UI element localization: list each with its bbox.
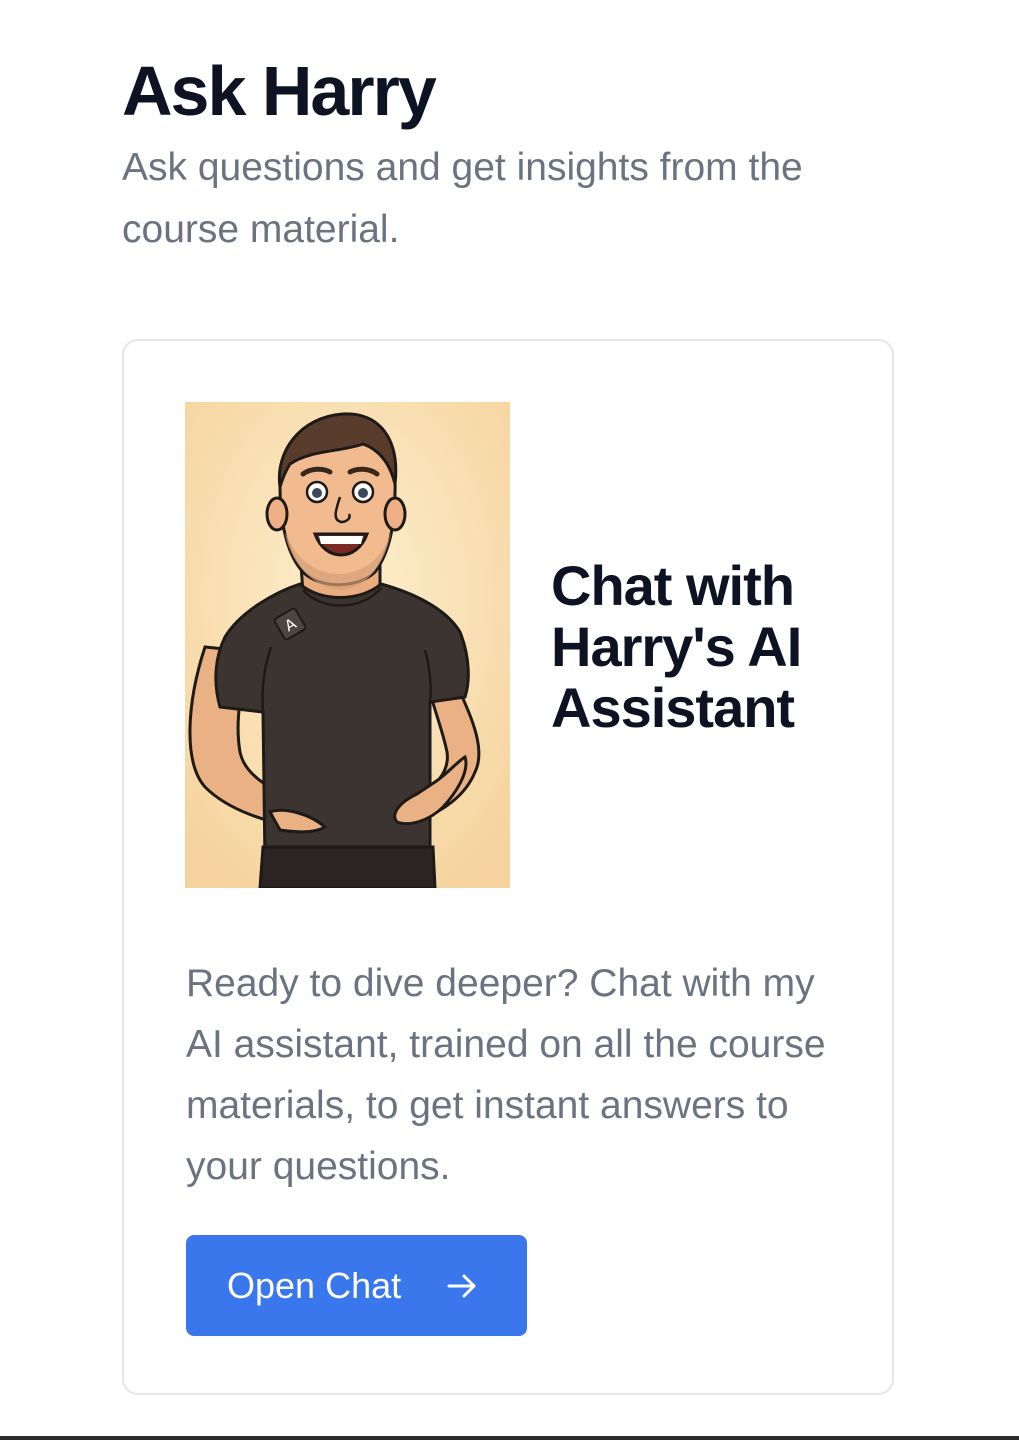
arrow-right-icon [445,1269,479,1303]
harry-avatar-image: A [185,402,510,888]
page-subtitle: Ask questions and get insights from the … [122,146,803,251]
open-chat-button-label: Open Chat [227,1264,402,1306]
ask-harry-page: Ask Harry Ask questions and get insights… [0,0,1019,1440]
card-heading: Chat with Harry's AI Assistant [551,554,802,739]
open-chat-button[interactable]: Open Chat [186,1235,527,1336]
ai-assistant-card: A Chat with Harry's AI Assistant Ready t… [122,339,894,1395]
card-description: Ready to dive deeper? Chat with my AI as… [186,962,826,1188]
page-title: Ask Harry [122,52,437,130]
bottom-divider [0,1436,1019,1440]
